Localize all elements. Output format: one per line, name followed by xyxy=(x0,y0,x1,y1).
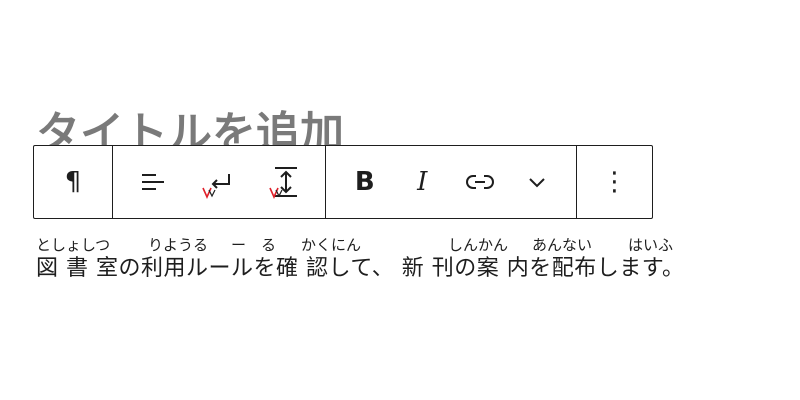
block-type-group: ¶ xyxy=(34,146,112,218)
ruby-text: ー xyxy=(231,236,247,254)
link-icon xyxy=(465,172,495,192)
block-controls-group xyxy=(112,146,325,218)
paragraph-icon: ¶ xyxy=(64,167,82,197)
ruby-text: かくにん xyxy=(301,236,362,254)
options-group: ⋮ xyxy=(576,146,652,218)
link-button[interactable] xyxy=(459,161,501,203)
ruby-badge-icon xyxy=(202,185,216,199)
chevron-down-icon xyxy=(527,175,547,189)
bold-button[interactable]: B xyxy=(344,161,386,203)
line-height-button[interactable] xyxy=(265,161,307,203)
ruby-annotations: としょしつ りようる ー る かくにん しんかん あんない はいふ xyxy=(36,236,776,254)
paragraph-block[interactable]: 図 書 室の利用ルールを確 認して、 新 刊の案 内を配布します。 xyxy=(36,254,685,284)
italic-icon: I xyxy=(417,167,428,197)
ruby-badge-icon xyxy=(268,185,283,199)
more-options-button[interactable]: ⋮ xyxy=(594,161,636,203)
ruby-text: りようる xyxy=(148,236,209,254)
formatting-group: B I xyxy=(325,146,576,218)
line-break-button[interactable] xyxy=(198,161,240,203)
align-left-icon xyxy=(138,168,166,196)
ruby-text: としょしつ xyxy=(36,236,111,254)
bold-icon: B xyxy=(354,167,375,197)
ruby-text: る xyxy=(261,236,277,254)
paragraph-block-button[interactable]: ¶ xyxy=(52,161,94,203)
ruby-text: しんかん xyxy=(448,236,509,254)
ruby-text: あんない xyxy=(532,236,593,254)
italic-button[interactable]: I xyxy=(401,161,443,203)
more-rich-text-controls-button[interactable] xyxy=(516,161,558,203)
ruby-text: はいふ xyxy=(628,236,674,254)
vertical-ellipsis-icon: ⋮ xyxy=(601,167,628,197)
align-text-button[interactable] xyxy=(131,161,173,203)
block-toolbar: ¶ B I ⋮ xyxy=(33,145,653,219)
